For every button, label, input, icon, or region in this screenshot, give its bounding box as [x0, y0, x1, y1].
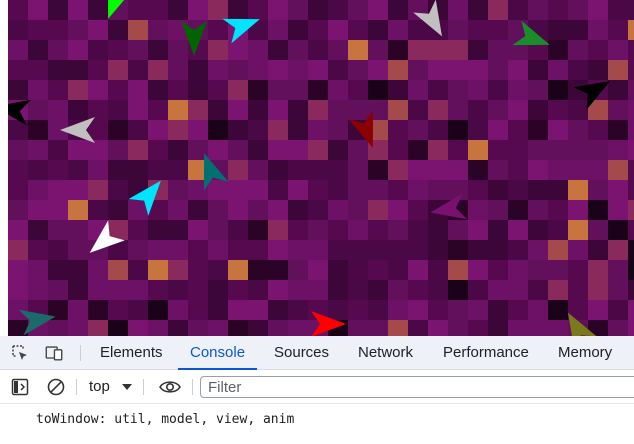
toolbar-divider: [192, 379, 193, 395]
agent-arrow: [348, 110, 374, 148]
devtools-tabbar: Elements Console Sources Network Performance…: [0, 336, 634, 370]
agent-arrow: [181, 21, 207, 56]
simulation-canvas[interactable]: [8, 0, 634, 336]
tab-memory[interactable]: Memory: [558, 336, 612, 369]
tab-elements[interactable]: Elements: [100, 336, 163, 369]
agent-arrow: [573, 81, 611, 110]
console-toolbar: top: [0, 370, 634, 404]
live-expression-eye-icon[interactable]: [158, 377, 182, 397]
agent-arrow: [60, 117, 95, 143]
toolbar-divider: [143, 379, 144, 395]
agent-arrow: [203, 153, 229, 191]
tab-sources[interactable]: Sources: [274, 336, 329, 369]
agent-arrow: [128, 180, 161, 216]
agent-arrow: [311, 311, 346, 336]
clear-console-icon[interactable]: [46, 377, 66, 397]
agent-arrow: [512, 20, 550, 46]
agents-layer: [8, 0, 611, 336]
tab-console[interactable]: Console: [177, 336, 258, 370]
chevron-down-icon[interactable]: [121, 377, 133, 397]
agent-arrow: [430, 193, 468, 220]
agent-arrow: [222, 18, 260, 44]
agent-arrow: [568, 312, 597, 336]
agent-arrow: [18, 309, 56, 336]
agent-arrow: [89, 220, 125, 253]
toolbar-divider: [76, 379, 77, 395]
tab-performance[interactable]: Performance: [443, 336, 529, 369]
devtools-panel: Elements Console Sources Network Performance…: [0, 336, 634, 444]
console-output: toWindow: util, model, view, anim: [0, 404, 634, 444]
page-viewport: [0, 0, 634, 336]
show-sidebar-icon[interactable]: [10, 377, 30, 397]
tabbar-divider: [80, 345, 81, 361]
console-message: toWindow: util, model, view, anim: [36, 412, 295, 427]
device-toolbar-icon[interactable]: [44, 343, 64, 363]
context-select[interactable]: top: [89, 377, 110, 397]
agent-arrow: [107, 0, 133, 19]
filter-input[interactable]: [200, 376, 634, 398]
agent-arrow: [8, 99, 32, 126]
inspect-element-icon[interactable]: [10, 343, 30, 363]
tab-network[interactable]: Network: [358, 336, 413, 369]
agent-arrow: [413, 0, 442, 37]
